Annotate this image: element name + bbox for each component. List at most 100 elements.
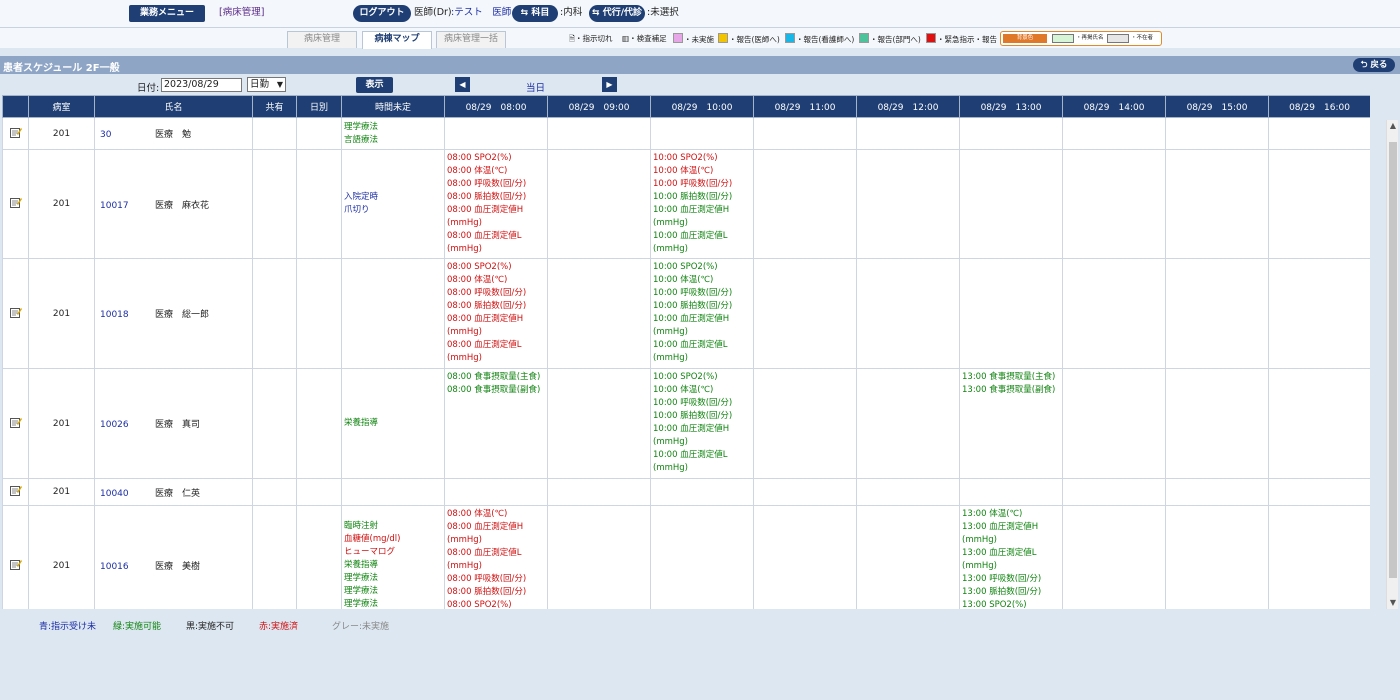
tab-ward-batch[interactable]: 病床管理一括 bbox=[436, 31, 506, 48]
edit-note-icon[interactable] bbox=[9, 307, 22, 318]
time-slot-cell[interactable] bbox=[856, 505, 960, 609]
undetermined-cell[interactable]: 栄養指導 bbox=[341, 368, 445, 479]
time-slot-cell[interactable] bbox=[547, 368, 651, 479]
time-slot-cell[interactable] bbox=[547, 478, 651, 506]
schedule-item[interactable]: 理学療法 bbox=[344, 572, 444, 585]
schedule-item[interactable]: 08:00 SPO2(%) bbox=[447, 152, 547, 165]
time-slot-cell[interactable] bbox=[1062, 505, 1166, 609]
schedule-item[interactable]: 栄養指導 bbox=[344, 417, 444, 430]
schedule-item[interactable]: 10:00 体温(℃) bbox=[653, 165, 753, 178]
schedule-item[interactable]: 10:00 体温(℃) bbox=[653, 384, 753, 397]
back-button[interactable]: ⮌ 戻る bbox=[1353, 58, 1395, 72]
time-slot-cell[interactable] bbox=[444, 478, 548, 506]
time-slot-cell[interactable] bbox=[547, 117, 651, 150]
schedule-item[interactable]: 08:00 体温(℃) bbox=[447, 274, 547, 287]
time-slot-cell[interactable] bbox=[1268, 149, 1370, 259]
department-button[interactable]: ⇆ 科目 bbox=[512, 5, 558, 22]
shift-select[interactable]: 日勤 ▼ bbox=[247, 77, 286, 92]
schedule-item[interactable]: 10:00 SPO2(%) bbox=[653, 371, 753, 384]
schedule-item[interactable]: 08:00 呼吸数(回/分) bbox=[447, 287, 547, 300]
schedule-item[interactable]: 08:00 血圧測定値L (mmHg) bbox=[447, 339, 547, 365]
time-slot-cell[interactable]: 08:00 体温(℃) 08:00 血圧測定値H (mmHg) 08:00 血圧測定… bbox=[444, 505, 548, 609]
time-slot-cell[interactable] bbox=[856, 149, 960, 259]
schedule-item[interactable]: 08:00 SPO2(%) bbox=[447, 261, 547, 274]
time-slot-cell[interactable] bbox=[753, 149, 857, 259]
schedule-item[interactable]: 10:00 血圧測定値L (mmHg) bbox=[653, 339, 753, 365]
schedule-item[interactable]: 08:00 血圧測定値H (mmHg) bbox=[447, 204, 547, 230]
schedule-item[interactable]: 理学療法 bbox=[344, 121, 444, 134]
patient-id-link[interactable]: 10017 bbox=[97, 201, 155, 211]
schedule-item[interactable]: 10:00 血圧測定値H (mmHg) bbox=[653, 313, 753, 339]
today-link[interactable]: 当日 bbox=[526, 80, 545, 94]
time-slot-cell[interactable] bbox=[1268, 505, 1370, 609]
undetermined-cell[interactable]: 入院定時 爪切り bbox=[341, 149, 445, 259]
chevron-down-icon[interactable]: ▼ bbox=[1387, 597, 1399, 609]
edit-note-icon[interactable] bbox=[9, 127, 22, 138]
time-slot-cell[interactable] bbox=[753, 505, 857, 609]
schedule-item[interactable]: 08:00 血圧測定値H (mmHg) bbox=[447, 313, 547, 339]
time-slot-cell[interactable] bbox=[1062, 149, 1166, 259]
show-button[interactable]: 表示 bbox=[356, 77, 393, 93]
time-slot-cell[interactable] bbox=[753, 368, 857, 479]
schedule-item[interactable]: 13:00 血圧測定値L (mmHg) bbox=[962, 547, 1062, 573]
undetermined-cell[interactable] bbox=[341, 258, 445, 369]
time-slot-cell[interactable] bbox=[1268, 478, 1370, 506]
time-slot-cell[interactable]: 08:00 食事摂取量(主食) 08:00 食事摂取量(副食) bbox=[444, 368, 548, 479]
patient-id-link[interactable]: 10018 bbox=[97, 310, 155, 320]
time-slot-cell[interactable] bbox=[1165, 478, 1269, 506]
time-slot-cell[interactable] bbox=[753, 117, 857, 150]
time-slot-cell[interactable]: 13:00 食事摂取量(主食) 13:00 食事摂取量(副食) bbox=[959, 368, 1063, 479]
scrollbar-thumb[interactable] bbox=[1389, 142, 1397, 578]
schedule-item[interactable]: 08:00 血圧測定値L (mmHg) bbox=[447, 547, 547, 573]
time-slot-cell[interactable]: 10:00 SPO2(%) 10:00 体温(℃) 10:00 呼吸数(回/分) 10… bbox=[650, 258, 754, 369]
time-slot-cell[interactable] bbox=[856, 117, 960, 150]
tab-ward-map[interactable]: 病棟マップ bbox=[362, 31, 432, 49]
time-slot-cell[interactable] bbox=[1165, 368, 1269, 479]
date-input[interactable]: 2023/08/29 bbox=[161, 78, 242, 92]
schedule-item[interactable]: 理学療法 bbox=[344, 598, 444, 609]
time-slot-cell[interactable] bbox=[1165, 505, 1269, 609]
schedule-item[interactable]: 13:00 食事摂取量(主食) bbox=[962, 371, 1062, 384]
schedule-item[interactable]: 10:00 SPO2(%) bbox=[653, 152, 753, 165]
time-slot-cell[interactable] bbox=[547, 258, 651, 369]
vertical-scrollbar[interactable]: ▲ ▼ bbox=[1386, 120, 1398, 609]
schedule-item[interactable]: 10:00 脈拍数(回/分) bbox=[653, 300, 753, 313]
time-slot-cell[interactable] bbox=[753, 478, 857, 506]
undetermined-cell[interactable]: 臨時注射 血糖値(mg/dl) ヒューマログ 栄養指導 理学療法 理学療法 理学療法 bbox=[341, 505, 445, 609]
schedule-item[interactable]: 08:00 呼吸数(回/分) bbox=[447, 178, 547, 191]
patient-id-link[interactable]: 10040 bbox=[97, 489, 155, 499]
time-slot-cell[interactable] bbox=[856, 478, 960, 506]
time-slot-cell[interactable] bbox=[1165, 117, 1269, 150]
schedule-item[interactable]: 08:00 血圧測定値H (mmHg) bbox=[447, 521, 547, 547]
time-slot-cell[interactable] bbox=[1165, 149, 1269, 259]
schedule-item[interactable]: 13:00 脈拍数(回/分) bbox=[962, 586, 1062, 599]
time-slot-cell[interactable] bbox=[856, 258, 960, 369]
time-slot-cell[interactable]: 08:00 SPO2(%) 08:00 体温(℃) 08:00 呼吸数(回/分) 08… bbox=[444, 258, 548, 369]
schedule-item[interactable]: 10:00 呼吸数(回/分) bbox=[653, 178, 753, 191]
undetermined-cell[interactable] bbox=[341, 478, 445, 506]
time-slot-cell[interactable] bbox=[547, 149, 651, 259]
time-slot-cell[interactable] bbox=[1268, 368, 1370, 479]
time-slot-cell[interactable] bbox=[1062, 478, 1166, 506]
edit-cell[interactable] bbox=[2, 258, 29, 369]
time-slot-cell[interactable] bbox=[650, 478, 754, 506]
schedule-item[interactable]: 08:00 血圧測定値L (mmHg) bbox=[447, 230, 547, 256]
time-slot-cell[interactable] bbox=[959, 478, 1063, 506]
edit-note-icon[interactable] bbox=[9, 559, 22, 570]
schedule-item[interactable]: 13:00 SPO2(%) bbox=[962, 599, 1062, 609]
schedule-item[interactable]: 10:00 体温(℃) bbox=[653, 274, 753, 287]
patient-id-link[interactable]: 10026 bbox=[97, 420, 155, 430]
schedule-item[interactable]: 10:00 脈拍数(回/分) bbox=[653, 410, 753, 423]
patient-id-link[interactable]: 10016 bbox=[97, 562, 155, 572]
schedule-item[interactable]: 言語療法 bbox=[344, 134, 444, 147]
schedule-item[interactable]: 10:00 血圧測定値L (mmHg) bbox=[653, 449, 753, 475]
schedule-item[interactable]: 栄養指導 bbox=[344, 559, 444, 572]
edit-cell[interactable] bbox=[2, 505, 29, 609]
time-slot-cell[interactable] bbox=[959, 258, 1063, 369]
time-slot-cell[interactable] bbox=[959, 149, 1063, 259]
time-slot-cell[interactable] bbox=[650, 117, 754, 150]
time-slot-cell[interactable]: 08:00 SPO2(%) 08:00 体温(℃) 08:00 呼吸数(回/分) 08… bbox=[444, 149, 548, 259]
edit-note-icon[interactable] bbox=[9, 485, 22, 496]
time-slot-cell[interactable] bbox=[959, 117, 1063, 150]
proxy-button[interactable]: ⇆ 代行/代診 bbox=[589, 5, 645, 22]
